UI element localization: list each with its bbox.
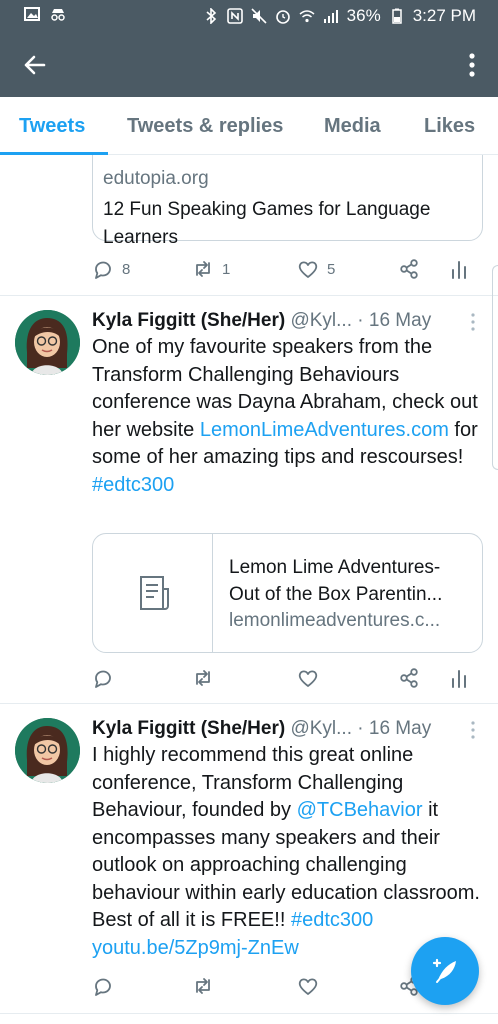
link-card-title-line: Lemon Lime Adventures- (229, 557, 441, 578)
link-card[interactable]: edutopia.org 12 Fun Speaking Games for L… (92, 155, 483, 248)
reply-button[interactable] (92, 667, 114, 689)
tweet-actions (92, 667, 482, 695)
share-icon (400, 259, 418, 279)
nfc-icon (226, 8, 243, 24)
author-name[interactable]: Kyla Figgitt (She/Her) (92, 718, 285, 739)
tweet-separator (0, 703, 498, 704)
reply-count: 8 (122, 260, 131, 278)
retweet-icon (196, 670, 210, 686)
bluetooth-icon (206, 8, 216, 24)
retweet-icon (196, 978, 210, 994)
author-name[interactable]: Kyla Figgitt (She/Her) (92, 310, 285, 331)
share-button[interactable] (398, 258, 420, 280)
tab-tweets-and-replies[interactable]: Tweets & replies (127, 115, 283, 138)
share-button[interactable] (398, 667, 420, 689)
mention-link[interactable]: @TCBehavior (297, 799, 423, 821)
signal-icon (323, 10, 338, 23)
retweet-button[interactable] (192, 975, 214, 997)
image-notification-icon (24, 7, 40, 21)
mute-icon (251, 8, 267, 24)
tweet-separator (0, 1013, 498, 1014)
tweet-text: One of my favourite speakers from the Tr… (92, 334, 482, 499)
like-button[interactable] (297, 975, 319, 997)
clock: 3:27 PM (412, 6, 476, 25)
compose-tweet-button[interactable] (411, 937, 479, 1005)
retweet-icon (196, 261, 210, 277)
tweet-separator (0, 295, 498, 296)
heart-icon (298, 978, 318, 995)
link-card-title-line: Out of the Box Parentin... (229, 584, 443, 605)
tweet-more-icon[interactable] (468, 312, 478, 332)
analytics-icon (452, 261, 466, 279)
battery-icon (391, 8, 402, 24)
wifi-icon (299, 10, 315, 23)
avatar[interactable] (15, 310, 80, 375)
tweet-header: Kyla Figgitt (She/Her) @Kyl... · 16 May (92, 718, 431, 740)
tweet-feed[interactable]: edutopia.org 12 Fun Speaking Games for L… (0, 155, 498, 1024)
link-card-thumbnail (93, 534, 213, 652)
tweet-header: Kyla Figgitt (She/Her) @Kyl... · 16 May (92, 310, 431, 332)
tweet-actions: 8 1 5 (92, 258, 482, 286)
tab-media[interactable]: Media (324, 115, 381, 138)
reply-icon (95, 978, 111, 996)
tweet-date: · 16 May (357, 718, 432, 739)
battery-percent: 36% (346, 6, 381, 25)
share-icon (400, 668, 418, 688)
retweet-button[interactable]: 1 (192, 258, 230, 280)
like-button[interactable]: 5 (297, 258, 335, 280)
overflow-menu-icon[interactable] (466, 48, 478, 82)
alarm-icon (275, 10, 290, 24)
profile-tabs: Tweets Tweets & replies Media Likes (0, 97, 498, 155)
author-handle[interactable]: @Kyl... (290, 310, 352, 331)
tweet-text: I highly recommend this great online con… (92, 742, 482, 962)
status-bar: 36% 3:27 PM (0, 0, 498, 32)
heart-icon (298, 261, 318, 278)
reply-icon (95, 670, 111, 688)
reply-icon (95, 261, 111, 279)
app-bar (0, 32, 498, 97)
scrollbar-thumb[interactable] (492, 265, 498, 470)
link-card[interactable]: Lemon Lime Adventures- Out of the Box Pa… (92, 533, 483, 653)
like-count: 5 (327, 260, 336, 278)
reply-button[interactable]: 8 (92, 258, 130, 280)
hashtag-link[interactable]: #edtc300 (92, 474, 174, 496)
reply-button[interactable] (92, 975, 114, 997)
tweet-more-icon[interactable] (468, 720, 478, 740)
compose-feather-icon (432, 958, 456, 983)
analytics-icon (452, 670, 466, 688)
tab-tweets[interactable]: Tweets (19, 115, 85, 138)
analytics-button[interactable] (448, 667, 470, 689)
like-button[interactable] (297, 667, 319, 689)
tab-likes[interactable]: Likes (424, 115, 475, 138)
retweet-button[interactable] (192, 667, 214, 689)
tweet-link[interactable]: youtu.be/5Zp9mj-ZnEw (92, 937, 299, 959)
tweet-date: · 16 May (357, 310, 432, 331)
heart-icon (298, 670, 318, 687)
link-card-domain: lemonlimeadventures.c... (229, 610, 441, 631)
analytics-button[interactable] (448, 258, 470, 280)
document-icon (139, 576, 169, 610)
avatar[interactable] (15, 718, 80, 783)
tweet-link[interactable]: LemonLimeAdventures.com (200, 419, 449, 441)
back-arrow-icon[interactable] (18, 48, 52, 82)
retweet-count: 1 (222, 260, 231, 278)
link-card-domain: edutopia.org (103, 168, 209, 189)
author-handle[interactable]: @Kyl... (290, 718, 352, 739)
incognito-icon (51, 9, 65, 21)
link-card-title: 12 Fun Speaking Games for Language Learn… (103, 199, 431, 248)
hashtag-link[interactable]: #edtc300 (291, 909, 373, 931)
link-card-title: Lemon Lime Adventures- Out of the Box Pa… (229, 554, 469, 608)
